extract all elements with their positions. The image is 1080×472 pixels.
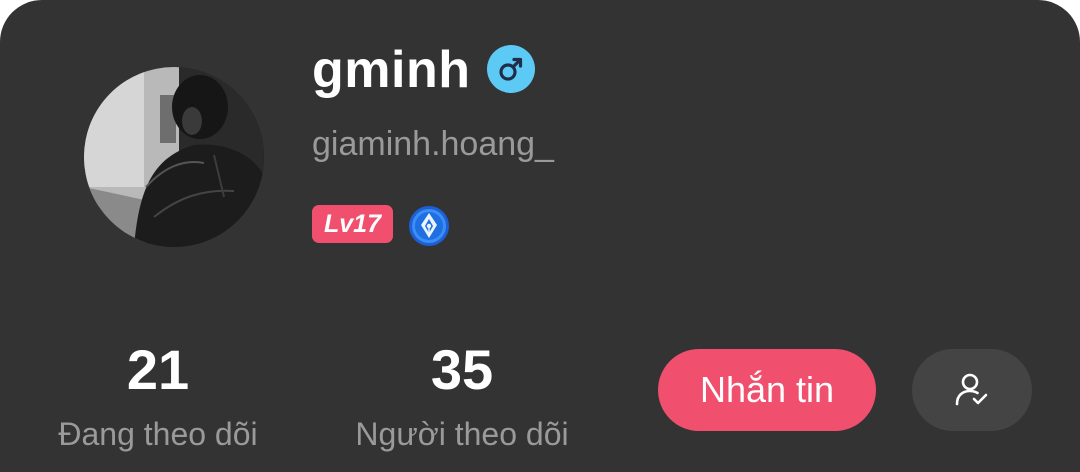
profile-header-card: gminh giaminh.hoang_ Lv17 21 Đang theo d…	[0, 0, 1080, 472]
followers-count: 35	[430, 338, 494, 401]
avatar[interactable]	[84, 67, 264, 247]
username: gminh	[312, 41, 471, 99]
followers-label: Người theo dõi	[355, 416, 569, 452]
level-badge[interactable]: Lv17	[312, 205, 393, 243]
male-icon	[487, 45, 535, 93]
message-button[interactable]: Nhắn tin	[658, 349, 876, 431]
fountain-pen-badge-icon[interactable]	[408, 205, 450, 247]
avatar-photo	[84, 67, 264, 247]
user-handle: giaminh.hoang_	[312, 125, 554, 163]
user-check-icon	[955, 373, 988, 406]
following-stat[interactable]: 21 Đang theo dõi	[38, 338, 278, 456]
following-count: 21	[126, 338, 190, 401]
follow-status-button[interactable]	[912, 349, 1032, 431]
followers-stat[interactable]: 35 Người theo dõi	[331, 338, 593, 456]
following-label: Đang theo dõi	[58, 416, 258, 452]
